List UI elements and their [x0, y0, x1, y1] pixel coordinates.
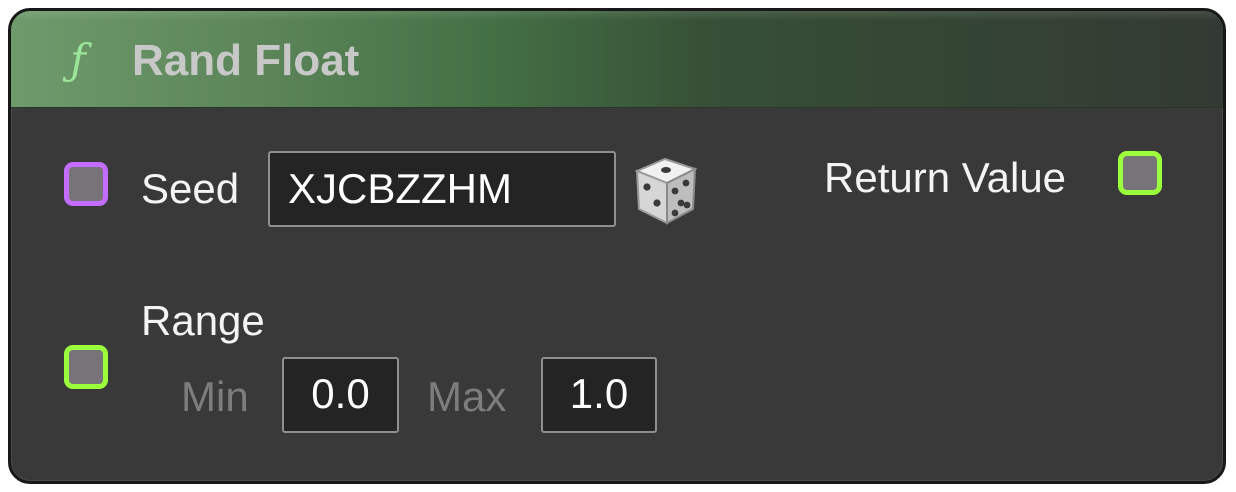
- function-icon: ƒ: [70, 35, 86, 84]
- return-value-output-pin[interactable]: [1118, 151, 1162, 195]
- return-value-label: Return Value: [824, 154, 1067, 201]
- max-label: Max: [427, 373, 507, 420]
- seed-label: Seed: [141, 165, 240, 212]
- max-field[interactable]: 1.0: [541, 357, 657, 433]
- node-title: Rand Float: [132, 36, 360, 85]
- dice-icon[interactable]: [631, 153, 701, 227]
- range-label: Range: [141, 297, 265, 344]
- min-label: Min: [181, 373, 249, 420]
- seed-field[interactable]: XJCBZZHM: [268, 151, 616, 227]
- rand-float-node[interactable]: ƒ Rand Float Seed XJCBZZHM Return Value …: [8, 8, 1226, 484]
- node-header[interactable]: ƒ Rand Float: [11, 11, 1223, 108]
- range-input-pin[interactable]: [64, 345, 108, 389]
- min-field[interactable]: 0.0: [282, 357, 399, 433]
- seed-input-pin[interactable]: [64, 162, 108, 206]
